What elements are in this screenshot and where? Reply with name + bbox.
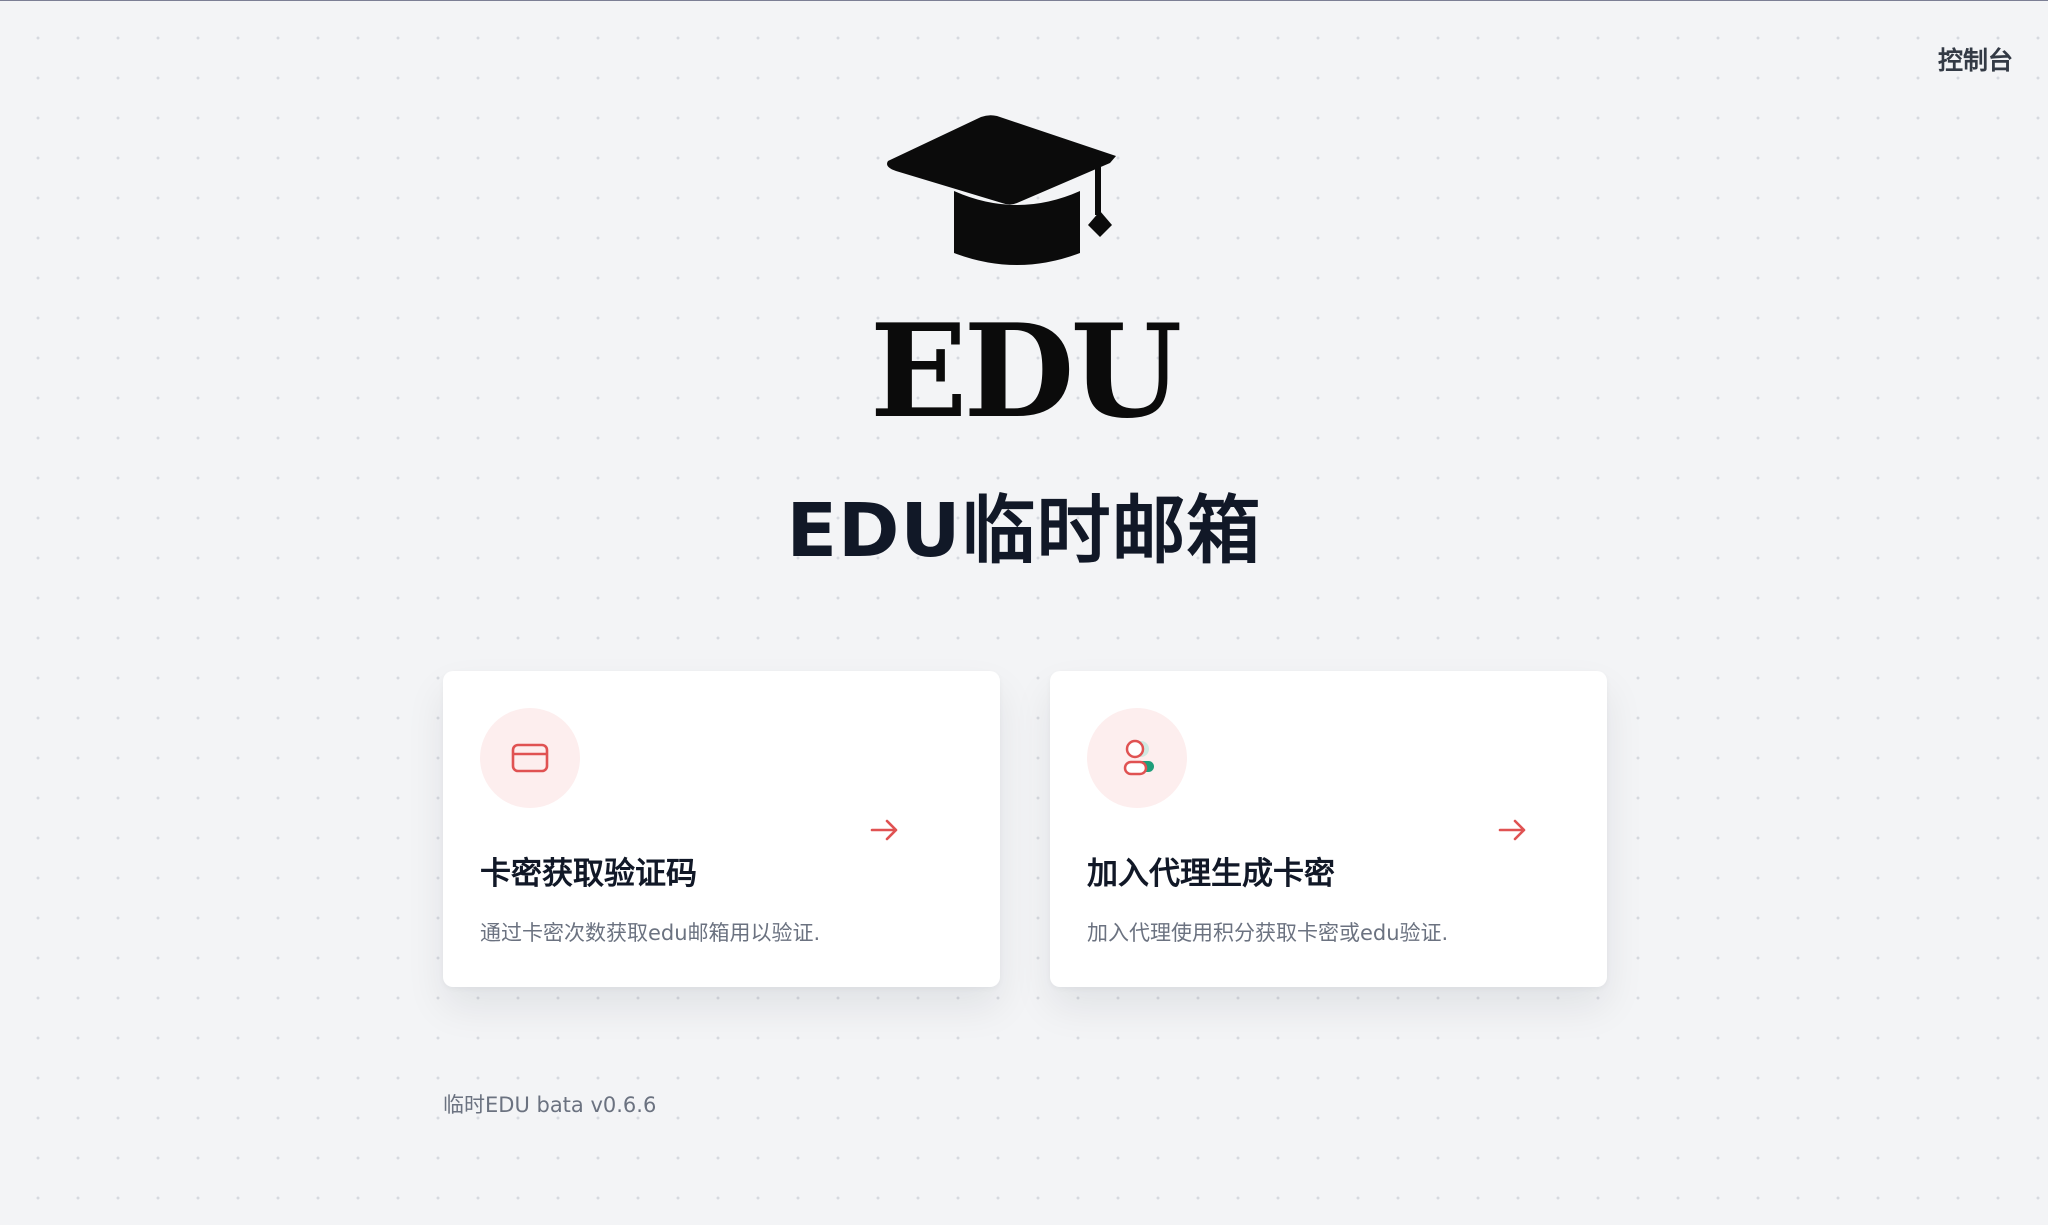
arrow-right-icon[interactable]: [1496, 813, 1530, 847]
user-agent-icon: [1123, 739, 1154, 776]
arrow-right-icon[interactable]: [868, 813, 902, 847]
credit-card-icon: [511, 743, 549, 773]
card-join-agent[interactable]: 加入代理生成卡密 加入代理使用积分获取卡密或edu验证.: [1050, 671, 1607, 987]
graduation-cap-icon: EDU: [870, 115, 1183, 447]
card-redeem-code[interactable]: 卡密获取验证码 通过卡密次数获取edu邮箱用以验证.: [443, 671, 1000, 987]
card-title: 卡密获取验证码: [480, 856, 697, 892]
card-icon-circle: [480, 708, 580, 808]
version-label: 临时EDU bata v0.6.6: [443, 1093, 657, 1117]
card-description: 加入代理使用积分获取卡密或edu验证.: [1087, 921, 1449, 945]
card-title: 加入代理生成卡密: [1087, 856, 1335, 892]
edu-wordmark: EDU: [872, 297, 1179, 421]
page-title: EDU临时邮箱: [786, 488, 1262, 574]
card-icon-circle: [1087, 708, 1187, 808]
edu-logo: EDU: [870, 111, 1183, 447]
card-description: 通过卡密次数获取edu邮箱用以验证.: [480, 921, 821, 945]
console-link[interactable]: 控制台: [1938, 41, 2013, 77]
